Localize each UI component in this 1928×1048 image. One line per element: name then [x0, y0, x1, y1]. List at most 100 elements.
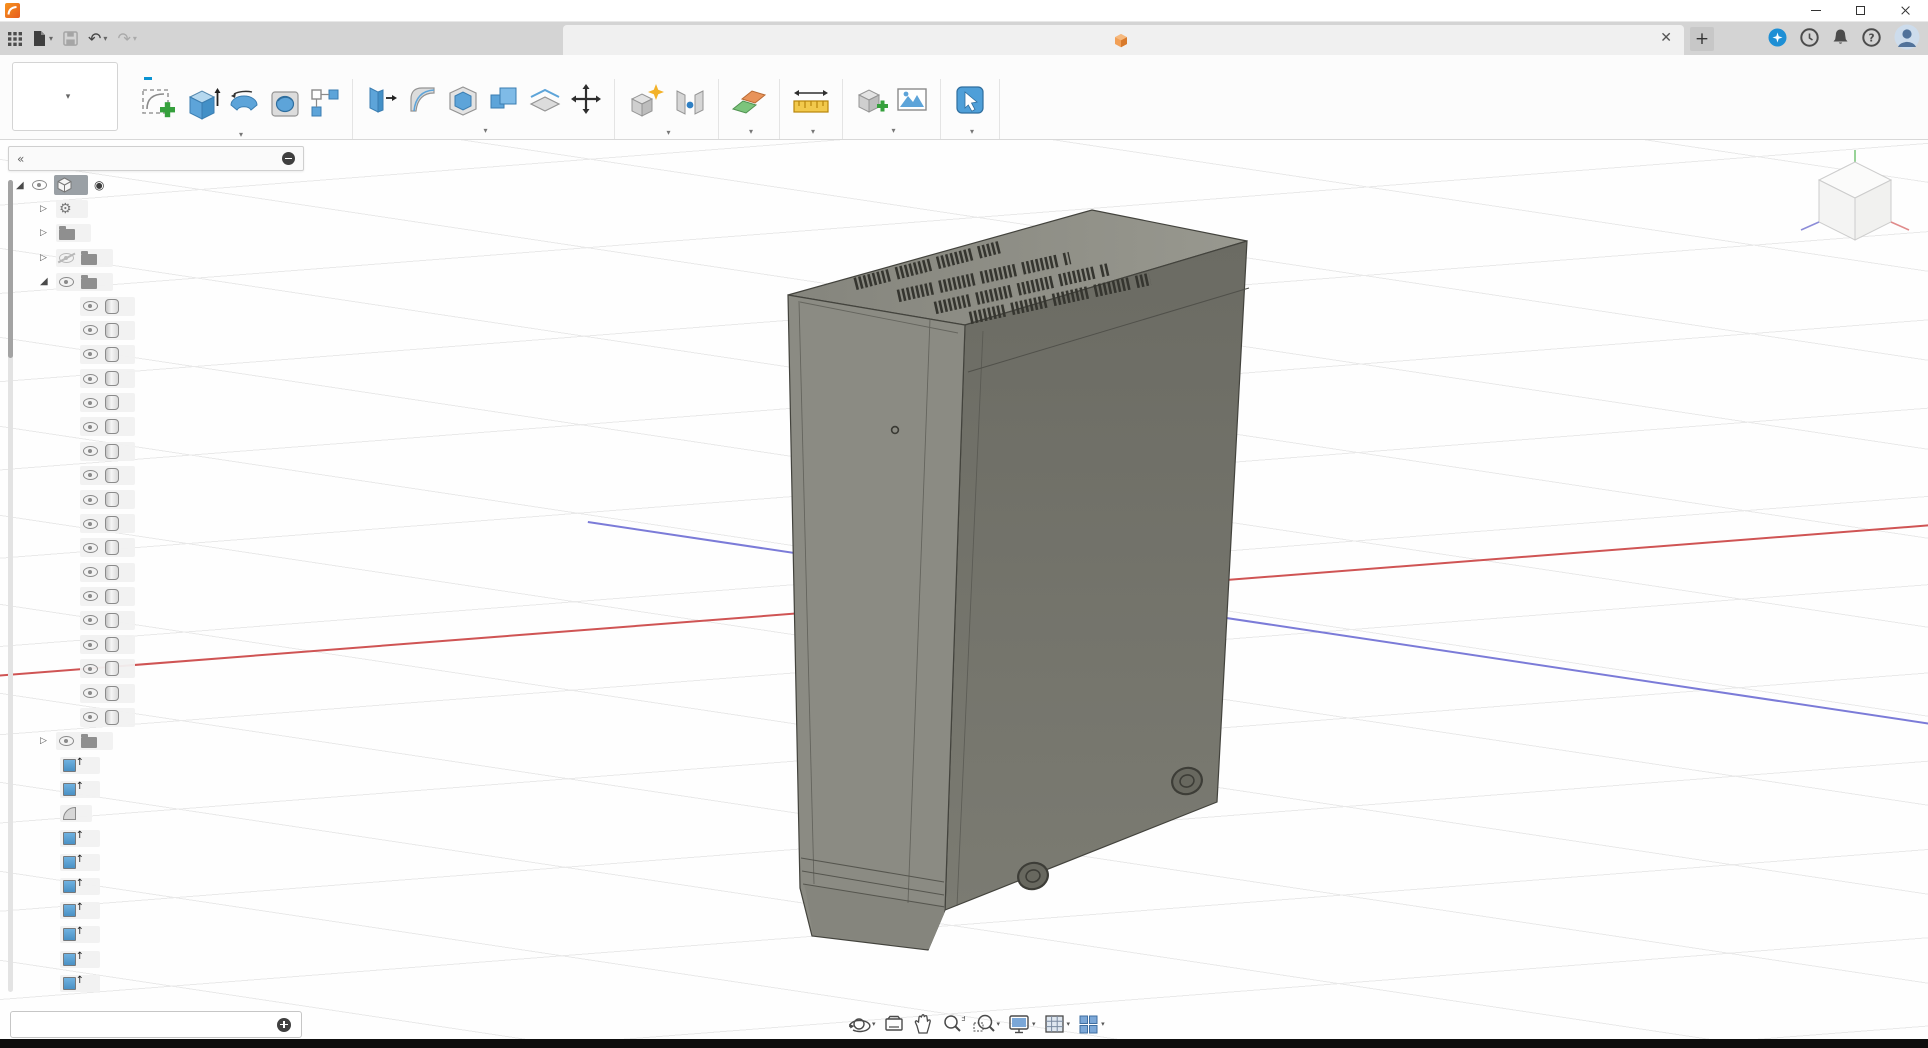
tree-item-body[interactable] [16, 439, 135, 463]
minimize-panel-icon[interactable] [282, 152, 295, 165]
help-icon[interactable]: ? [1862, 28, 1881, 51]
visibility-eye-icon[interactable] [83, 495, 98, 505]
expand-arrow-icon[interactable]: ◢ [40, 276, 56, 287]
expand-arrow-icon[interactable]: ▷ [40, 228, 56, 238]
tree-item-origin[interactable]: ▷ [16, 246, 135, 270]
browser-scrollbar[interactable] [8, 180, 13, 992]
tree-item-body[interactable] [16, 560, 135, 584]
group-label-create[interactable] [126, 129, 352, 139]
tree-item-sketches-folder[interactable]: ▷ [16, 729, 135, 753]
tree-item-body[interactable] [16, 294, 135, 318]
undo-button[interactable]: ↶▾ [88, 29, 107, 48]
visibility-eye-icon[interactable] [83, 519, 98, 529]
comment-bar[interactable] [10, 1011, 302, 1038]
measure-button[interactable] [790, 81, 832, 123]
tree-item-body[interactable] [16, 512, 135, 536]
visibility-eye-icon[interactable] [59, 277, 74, 287]
tab-sheet-metal[interactable] [296, 75, 304, 79]
visibility-eye-icon[interactable] [59, 736, 74, 746]
group-label-assemble[interactable] [615, 125, 718, 139]
visibility-eye-icon[interactable] [83, 349, 98, 359]
visibility-eye-icon[interactable] [83, 398, 98, 408]
tree-item-feature[interactable] [16, 874, 135, 898]
save-button[interactable] [63, 31, 78, 46]
pattern-button[interactable] [308, 86, 342, 124]
press-pull-button[interactable] [363, 81, 399, 121]
notification-center-icon[interactable] [1800, 28, 1819, 51]
new-component-button[interactable] [625, 81, 667, 125]
add-comment-icon[interactable] [277, 1018, 291, 1032]
tree-item-body[interactable] [16, 584, 135, 608]
tree-item-feature[interactable] [16, 947, 135, 971]
visibility-eye-icon[interactable] [83, 615, 98, 625]
tree-item-bodies-folder[interactable]: ◢ [16, 270, 135, 294]
extrude-button[interactable] [185, 84, 221, 126]
pan-button[interactable] [910, 1011, 936, 1037]
grid-snap-caret-icon[interactable]: ▾ [1067, 1020, 1071, 1028]
tab-plastic[interactable] [334, 75, 342, 79]
tree-item-body[interactable] [16, 391, 135, 415]
activate-component-radio[interactable]: ◉ [94, 178, 104, 192]
tab-form[interactable] [258, 75, 266, 79]
document-tab[interactable]: ✕ [563, 25, 1684, 55]
tree-item-feature[interactable] [16, 778, 135, 802]
visibility-eye-off-icon[interactable] [59, 253, 74, 263]
revolve-button[interactable] [226, 85, 262, 125]
visibility-eye-icon[interactable] [32, 180, 47, 190]
viewports-button[interactable]: ▾ [1075, 1011, 1107, 1037]
insert-canvas-button[interactable] [894, 81, 930, 121]
redo-button[interactable]: ↷▾ [117, 29, 136, 48]
visibility-eye-icon[interactable] [83, 688, 98, 698]
group-label-inspect[interactable] [780, 123, 842, 139]
tab-mesh[interactable] [220, 75, 228, 79]
zoom-window-caret-icon[interactable]: ▾ [997, 1020, 1001, 1028]
visibility-eye-icon[interactable] [83, 591, 98, 601]
tree-item-body[interactable] [16, 367, 135, 391]
move-button[interactable] [568, 81, 604, 121]
construction-plane-button[interactable] [729, 81, 769, 123]
tree-item-root[interactable]: ◢ ◉ [16, 173, 135, 197]
model-3d-tower-case[interactable] [0, 140, 1928, 1039]
tree-item-body[interactable] [16, 608, 135, 632]
grid-snap-button[interactable]: ▾ [1041, 1011, 1073, 1037]
group-label-modify[interactable] [353, 121, 614, 139]
tree-item-feature[interactable] [16, 802, 135, 826]
visibility-eye-icon[interactable] [83, 325, 98, 335]
minimize-button[interactable] [1793, 0, 1838, 21]
split-body-button[interactable] [527, 81, 563, 121]
tree-item-body[interactable] [16, 415, 135, 439]
orbit-button[interactable]: ▾ [845, 1011, 878, 1037]
tree-item-feature[interactable] [16, 754, 135, 778]
visibility-eye-icon[interactable] [83, 567, 98, 577]
tree-item-body[interactable] [16, 705, 135, 729]
browser-panel-header[interactable]: « [8, 146, 304, 171]
viewports-caret-icon[interactable]: ▾ [1101, 1020, 1105, 1028]
tree-item-body[interactable] [16, 536, 135, 560]
tree-item-feature[interactable] [16, 971, 135, 995]
tree-item-body[interactable] [16, 681, 135, 705]
model-right-face[interactable] [945, 241, 1247, 910]
visibility-eye-icon[interactable] [83, 712, 98, 722]
combine-button[interactable] [486, 81, 522, 121]
view-cube[interactable] [1793, 146, 1923, 256]
tree-item-feature[interactable] [16, 826, 135, 850]
tree-item-body[interactable] [16, 342, 135, 366]
fillet-button[interactable] [404, 81, 440, 121]
expand-arrow-icon[interactable]: ▷ [40, 736, 56, 746]
app-grid-icon[interactable] [8, 32, 22, 46]
shell-button[interactable] [445, 81, 481, 121]
model-front-face[interactable] [788, 295, 965, 950]
hole-button[interactable] [267, 85, 303, 125]
group-label-insert[interactable] [843, 121, 940, 139]
visibility-eye-icon[interactable] [83, 664, 98, 674]
tree-item-body[interactable] [16, 463, 135, 487]
tree-item-body[interactable] [16, 657, 135, 681]
comment-input[interactable] [29, 1017, 277, 1032]
create-sketch-button[interactable] [136, 81, 180, 129]
joint-button[interactable] [672, 83, 708, 123]
orbit-caret-icon[interactable]: ▾ [872, 1020, 876, 1028]
tab-utilities[interactable] [372, 75, 380, 79]
tree-item-feature[interactable] [16, 923, 135, 947]
expand-arrow-icon[interactable]: ▷ [40, 253, 56, 263]
new-tab-button[interactable]: + [1690, 27, 1714, 51]
